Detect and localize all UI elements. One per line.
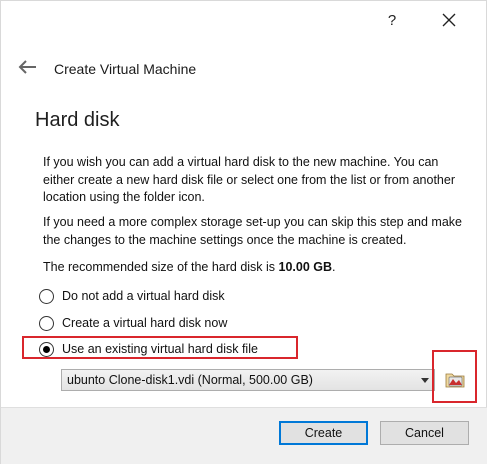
folder-icon: [445, 373, 465, 388]
back-arrow-icon: [18, 60, 36, 74]
radio-create-disk[interactable]: [39, 315, 54, 331]
close-button[interactable]: [434, 9, 464, 33]
option-create-disk[interactable]: Create a virtual hard disk now: [39, 314, 227, 332]
radio-no-disk[interactable]: [39, 288, 54, 304]
back-button[interactable]: [17, 59, 39, 77]
option-label: Use an existing virtual hard disk file: [62, 342, 258, 356]
wizard-title: Create Virtual Machine: [54, 61, 197, 77]
option-label: Do not add a virtual hard disk: [62, 289, 225, 303]
create-vm-dialog: ? Create Virtual Machine Hard disk If yo…: [0, 0, 487, 464]
close-icon: [442, 13, 456, 27]
create-button[interactable]: Create: [279, 421, 368, 445]
chevron-down-icon: [416, 377, 434, 383]
storage-paragraph: If you need a more complex storage set-u…: [43, 215, 462, 247]
cancel-button[interactable]: Cancel: [380, 421, 469, 445]
disk-file-select-value: ubunto Clone-disk1.vdi (Normal, 500.00 G…: [67, 373, 313, 387]
option-existing-disk[interactable]: Use an existing virtual hard disk file: [39, 340, 258, 358]
recommended-size-text: The recommended size of the hard disk is…: [43, 259, 468, 277]
recommended-size-prefix: The recommended size of the hard disk is: [43, 260, 279, 274]
page-title: Hard disk: [35, 109, 120, 131]
intro-paragraph: If you wish you can add a virtual hard d…: [43, 155, 455, 204]
recommended-size-suffix: .: [332, 260, 336, 274]
help-button[interactable]: ?: [377, 9, 407, 33]
disk-file-select[interactable]: ubunto Clone-disk1.vdi (Normal, 500.00 G…: [61, 369, 435, 391]
recommended-size-value: 10.00 GB: [278, 260, 333, 274]
radio-existing-disk[interactable]: [39, 341, 54, 357]
option-label: Create a virtual hard disk now: [62, 316, 228, 330]
option-no-disk[interactable]: Do not add a virtual hard disk: [39, 287, 225, 305]
choose-disk-file-button[interactable]: [444, 368, 466, 390]
